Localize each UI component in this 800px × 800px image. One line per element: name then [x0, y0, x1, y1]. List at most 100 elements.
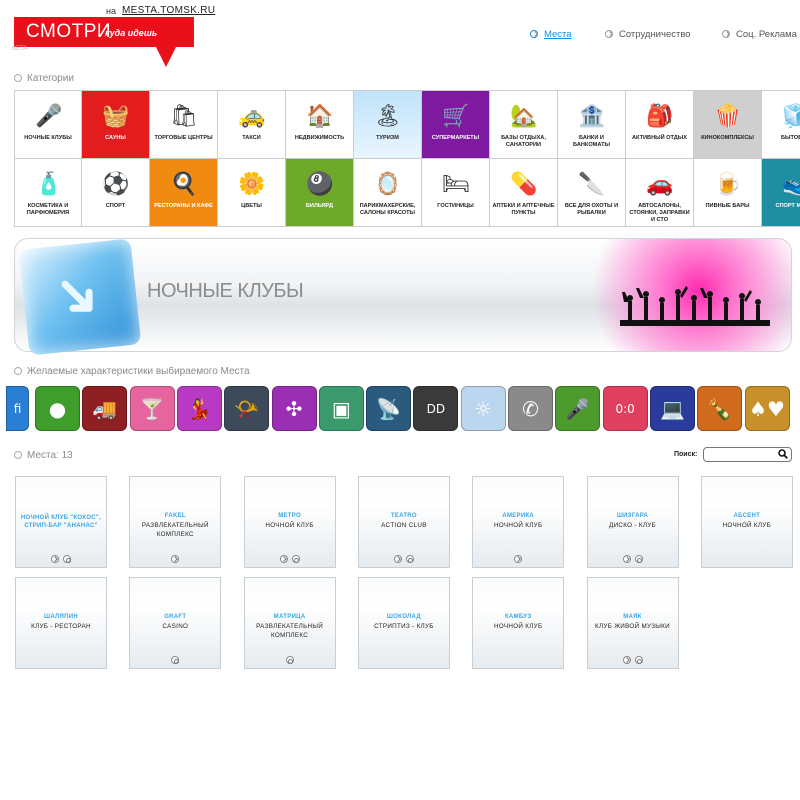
place-description: клуб живой музыки — [595, 623, 670, 630]
dancer-icon[interactable]: 💃 — [176, 386, 222, 431]
truck-icon[interactable]: 🚚 — [82, 386, 128, 431]
at-sign-icon[interactable] — [634, 555, 643, 563]
category-tile[interactable]: 🚕 Такси — [218, 91, 286, 159]
fan-icon[interactable]: ✣ — [271, 386, 317, 431]
category-tile[interactable]: 🏡 Базы отдыха, санатории — [490, 91, 558, 159]
dolby-icon[interactable]: DD — [413, 386, 459, 431]
place-card[interactable]: Матрица развлекательный комплекс — [243, 577, 336, 669]
place-card[interactable]: Америка ночной клуб — [472, 476, 565, 568]
at-sign-icon[interactable] — [291, 555, 300, 563]
category-tile[interactable]: 🧴 Косметика и парфюмерия — [14, 159, 82, 227]
category-tile[interactable]: 🍳 Рестораны и кафе — [150, 159, 218, 227]
place-name: Камбуз — [504, 614, 532, 620]
bullet-icon — [14, 451, 22, 459]
category-tile[interactable]: 🛒 Супермаркеты — [422, 91, 490, 159]
place-card[interactable]: Камбуз ночной клуб — [472, 577, 565, 669]
place-card[interactable]: Шизгара диско - клуб — [586, 476, 679, 568]
place-description: ночной клуб — [722, 522, 772, 529]
arrow-circle-icon[interactable] — [622, 656, 631, 664]
microphone-icon: 🎤 — [35, 104, 63, 129]
place-name: Graft — [164, 614, 187, 620]
place-description: ночной клуб — [493, 522, 543, 529]
category-tile[interactable]: 🔪 Все для охоты и рыбалки — [558, 159, 626, 227]
wifi-icon[interactable]: fi — [6, 386, 29, 431]
arrow-circle-icon[interactable] — [514, 555, 523, 563]
at-sign-icon[interactable] — [405, 555, 414, 563]
billiard-balls-icon[interactable]: ● — [35, 386, 80, 431]
place-card[interactable]: Шаляпин клуб - ресторан — [15, 577, 107, 669]
nav-social-ads[interactable]: Соц. Реклама — [722, 29, 797, 40]
category-label: Кинокомплексы — [701, 135, 754, 141]
at-sign-icon[interactable] — [285, 656, 294, 664]
pill-icon: 💊 — [510, 172, 538, 197]
sun-icon[interactable]: ☼ — [460, 386, 506, 431]
category-label: Косметика и парфюмерия — [26, 203, 70, 216]
place-card[interactable]: Teatro Action Club — [357, 476, 450, 568]
category-tile[interactable]: 👟 Спорт магаз — [762, 159, 800, 227]
place-name: Teatro — [390, 513, 417, 519]
perfume-icon: 🧴 — [35, 172, 63, 197]
at-sign-icon[interactable] — [634, 656, 643, 664]
place-card[interactable]: Метро ночной клуб — [243, 476, 336, 568]
place-card[interactable]: Маяк клуб живой музыки — [586, 577, 679, 669]
place-description: casino — [162, 623, 189, 630]
category-label: Цветы — [241, 203, 262, 209]
category-tile[interactable]: 🏦 Банки и банкоматы — [558, 91, 626, 159]
cocktail-icon[interactable]: 🍸 — [129, 386, 175, 431]
nav-cooperation[interactable]: Сотрудничество — [605, 29, 691, 40]
category-tile[interactable]: 🌼 Цветы — [218, 159, 286, 227]
category-tile[interactable]: 🛍 Торговые центры — [150, 91, 218, 159]
category-tile[interactable]: 🛏 Гостиницы — [422, 159, 490, 227]
soap-basket-icon: 🧺 — [102, 104, 130, 129]
bottle-icon[interactable]: 🍾 — [697, 386, 743, 431]
arrow-circle-icon[interactable] — [279, 555, 288, 563]
mirror-icon: 🪞 — [374, 172, 402, 197]
category-tile[interactable]: ⚽ Спорт — [82, 159, 150, 227]
category-tile[interactable]: 🍺 Пивные бары — [694, 159, 762, 227]
at-sign-icon[interactable] — [63, 555, 71, 563]
category-tile[interactable]: 🧊 Бытовая — [762, 91, 800, 159]
card-suits-icon[interactable]: ♠♥ — [744, 386, 790, 431]
place-card[interactable]: ночной клуб "кокос", стрип-бар "ананас" — [15, 476, 107, 568]
arrow-circle-icon[interactable] — [51, 555, 59, 563]
phone-icon[interactable]: ✆ — [508, 386, 553, 431]
category-tile[interactable]: 🚗 Автосалоны, стоянки, заправки и СТО — [626, 159, 694, 227]
karaoke-mic-icon[interactable]: 🎤 — [555, 386, 601, 431]
places-title: Места: 13 — [14, 450, 73, 461]
laptop-icon[interactable]: 💻 — [649, 386, 695, 431]
category-tile[interactable]: 🍿 Кинокомплексы — [694, 91, 762, 159]
category-tile[interactable]: 🎤 Ночные клубы — [14, 91, 82, 159]
category-tile[interactable]: 🏝 Туризм — [354, 91, 422, 159]
place-description: клуб - ресторан — [31, 623, 91, 630]
arrow-circle-icon[interactable] — [171, 555, 180, 563]
place-card[interactable]: Шоколад стриптиз - клуб — [357, 577, 450, 669]
speaker-icon[interactable]: ▣ — [318, 386, 364, 431]
arrow-circle-icon — [605, 30, 613, 38]
category-tile[interactable]: 🧺 Сауны — [82, 91, 150, 159]
category-tile[interactable]: 🏠 Недвижимость — [286, 91, 354, 159]
at-sign-icon[interactable] — [171, 656, 180, 664]
search-icon[interactable] — [778, 449, 788, 459]
horn-icon[interactable]: 📯 — [224, 386, 270, 431]
arrow-circle-icon[interactable] — [622, 555, 631, 563]
category-tile[interactable]: 🪞 Парикмахерские, салоны красоты — [354, 159, 422, 227]
appliance-icon: 🧊 — [782, 103, 800, 131]
sport-store-icon: 👟 — [782, 171, 800, 199]
category-label: Супермаркеты — [431, 135, 480, 141]
category-tile[interactable]: 🎱 Бильярд — [286, 159, 354, 227]
categories-title: Категории — [14, 73, 74, 84]
place-card[interactable]: Graft casino — [129, 577, 222, 669]
category-tile[interactable]: 🎒 Активный отдых — [626, 91, 694, 159]
banner-title: НОЧНЫЕ КЛУБЫ — [147, 280, 304, 302]
nav-places[interactable]: Места — [530, 29, 572, 40]
domain-link[interactable]: MESTA.TOMSK.RU — [122, 5, 215, 16]
shopping-cart-icon: 🛒 — [442, 104, 470, 129]
arrow-circle-icon[interactable] — [393, 555, 402, 563]
place-actions — [245, 555, 335, 563]
bullet-icon — [14, 74, 22, 82]
counter-icon[interactable]: 0:0 — [602, 386, 648, 431]
satellite-dish-icon[interactable]: 📡 — [366, 386, 412, 431]
place-card[interactable]: Абсент ночной клуб — [700, 476, 793, 568]
category-tile[interactable]: 💊 Аптеки и аптечные пункты — [490, 159, 558, 227]
place-card[interactable]: Fakel развлекательный комплекс — [129, 476, 222, 568]
